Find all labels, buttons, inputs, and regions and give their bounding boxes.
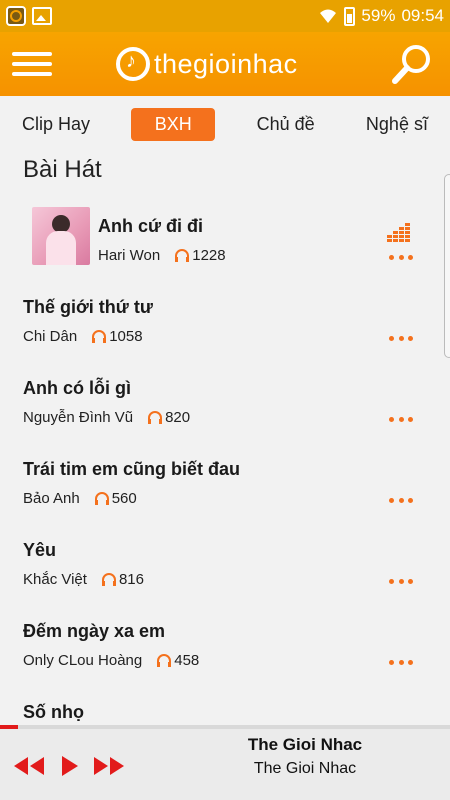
clock: 09:54 bbox=[401, 6, 444, 25]
headphone-icon bbox=[148, 411, 163, 424]
song-title: Thế giới thứ tư bbox=[23, 297, 153, 317]
song-meta: Nguyễn Đình Vũ 820 bbox=[23, 409, 190, 426]
song-title: Đếm ngày xa em bbox=[23, 621, 166, 641]
tab-bar: Clip Hay BXH Chủ đề Nghệ sĩ bbox=[0, 96, 450, 152]
more-button[interactable] bbox=[389, 660, 413, 668]
song-play-count: 816 bbox=[118, 571, 144, 588]
previous-button[interactable] bbox=[12, 755, 46, 777]
song-title: Yêu bbox=[23, 540, 57, 560]
headphone-icon bbox=[101, 573, 116, 586]
song-meta: Hari Won 1228 bbox=[98, 247, 226, 264]
song-meta: Only CLou Hoàng 458 bbox=[23, 652, 199, 669]
song-play-count: 458 bbox=[174, 652, 200, 669]
tab-chu-de[interactable]: Chủ đề bbox=[247, 108, 325, 141]
more-button[interactable] bbox=[389, 498, 413, 506]
list-item[interactable]: Trái tim em cũng biết đau Bảo Anh 560 bbox=[0, 439, 450, 520]
list-item[interactable]: Anh có lỗi gì Nguyễn Đình Vũ 820 bbox=[0, 358, 450, 439]
logo: thegioinhac bbox=[116, 47, 298, 81]
battery-level: 59% bbox=[361, 6, 396, 25]
song-title: Anh có lỗi gì bbox=[23, 378, 131, 398]
song-artist: Chi Dân bbox=[23, 328, 78, 345]
tab-bxh[interactable]: BXH bbox=[131, 107, 216, 141]
tab-nghe-si[interactable]: Nghệ sĩ bbox=[356, 108, 438, 141]
tab-clip-hay[interactable]: Clip Hay bbox=[12, 108, 100, 141]
song-artist: Khắc Việt bbox=[23, 571, 87, 588]
list-item[interactable]: Thế giới thứ tư Chi Dân 1058 bbox=[0, 277, 450, 358]
headphone-icon bbox=[94, 492, 109, 505]
list-item[interactable]: Anh cứ đi đi Hari Won 1228 bbox=[0, 196, 450, 277]
song-play-count: 820 bbox=[165, 409, 191, 426]
more-button[interactable] bbox=[389, 255, 413, 263]
list-item[interactable]: Yêu Khắc Việt 816 bbox=[0, 520, 450, 601]
song-play-count: 560 bbox=[111, 490, 137, 507]
song-title: Trái tim em cũng biết đau bbox=[23, 459, 241, 479]
logo-music-icon bbox=[116, 47, 150, 81]
battery-icon bbox=[344, 6, 356, 26]
player-track-artist: The Gioi Nhac bbox=[253, 760, 357, 777]
more-button[interactable] bbox=[389, 336, 413, 344]
song-meta: Bảo Anh 560 bbox=[23, 490, 137, 507]
equalizer-icon bbox=[387, 223, 410, 242]
logo-text: thegioinhac bbox=[154, 48, 298, 79]
song-artist: Only CLou Hoàng bbox=[23, 652, 143, 669]
song-artist: Bảo Anh bbox=[23, 490, 80, 507]
song-play-count: 1058 bbox=[109, 328, 143, 345]
song-title: Số nhọ bbox=[23, 702, 84, 722]
app-header: thegioinhac bbox=[0, 32, 450, 96]
wifi-icon bbox=[320, 9, 337, 23]
song-meta: Chi Dân 1058 bbox=[23, 328, 143, 345]
headphone-icon bbox=[92, 330, 107, 343]
mini-player: The Gioi Nhac The Gioi Nhac bbox=[0, 729, 450, 800]
song-thumbnail bbox=[32, 207, 90, 265]
song-meta: Khắc Việt 816 bbox=[23, 571, 144, 588]
more-button[interactable] bbox=[389, 579, 413, 587]
next-button[interactable] bbox=[92, 755, 126, 777]
image-notification-icon bbox=[32, 7, 52, 25]
status-bar: 59% 09:54 bbox=[0, 0, 450, 32]
section-title: Bài Hát bbox=[23, 156, 102, 183]
song-artist: Nguyễn Đình Vũ bbox=[23, 409, 134, 426]
search-button[interactable] bbox=[390, 42, 434, 86]
scroll-handle[interactable] bbox=[444, 174, 450, 358]
menu-button[interactable] bbox=[12, 52, 52, 76]
song-play-count: 1228 bbox=[192, 247, 226, 264]
headphone-icon bbox=[157, 654, 172, 667]
list-item[interactable]: Đếm ngày xa em Only CLou Hoàng 458 bbox=[0, 601, 450, 682]
song-title: Anh cứ đi đi bbox=[98, 216, 204, 236]
play-button[interactable] bbox=[60, 755, 80, 777]
app-notification-icon bbox=[6, 6, 26, 26]
song-list: Anh cứ đi đi Hari Won 1228 Thế giới thứ … bbox=[0, 196, 450, 763]
headphone-icon bbox=[175, 249, 190, 262]
menu-icon bbox=[12, 52, 52, 56]
player-track-title: The Gioi Nhac bbox=[247, 735, 363, 754]
song-artist: Hari Won bbox=[98, 247, 161, 264]
more-button[interactable] bbox=[389, 417, 413, 425]
